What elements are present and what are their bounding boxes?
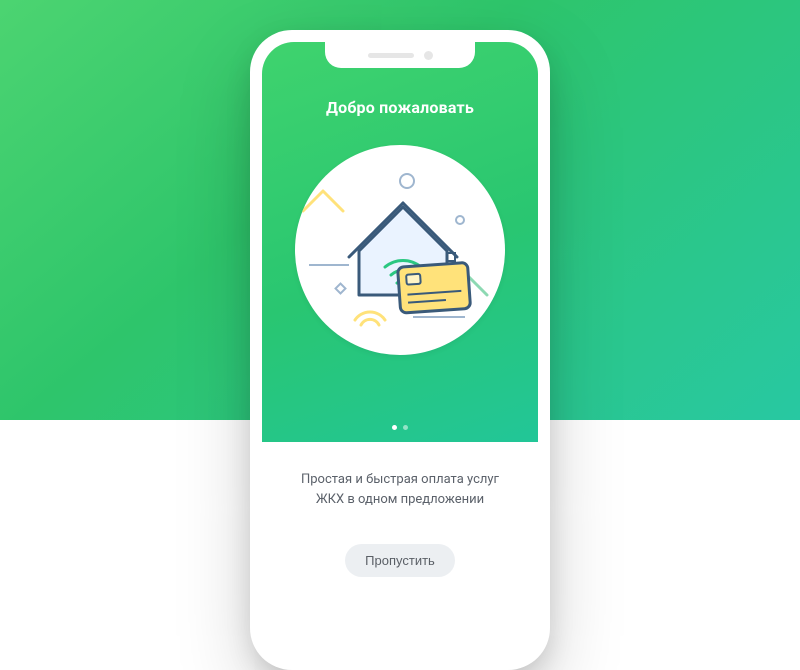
- onboarding-description: Простая и быстрая оплата услуг ЖКХ в одн…: [288, 470, 512, 510]
- skip-button[interactable]: Пропустить: [345, 544, 455, 577]
- speaker-slot: [368, 53, 414, 58]
- pager-dot-1[interactable]: [403, 425, 408, 430]
- house-payment-illustration-icon: [295, 145, 505, 355]
- onboarding-line1: Простая и быстрая оплата услуг: [301, 472, 499, 487]
- welcome-title: Добро пожаловать: [326, 98, 474, 117]
- pager-dots[interactable]: [262, 425, 538, 430]
- onboarding-hero: Добро пожаловать: [262, 42, 538, 442]
- phone-frame: Добро пожаловать: [250, 30, 550, 670]
- front-camera: [424, 51, 433, 60]
- phone-notch: [325, 42, 475, 68]
- phone-screen: Добро пожаловать: [262, 42, 538, 658]
- pager-dot-0[interactable]: [392, 425, 397, 430]
- onboarding-line2: ЖКХ в одном предложении: [316, 492, 484, 507]
- onboarding-content: Простая и быстрая оплата услуг ЖКХ в одн…: [262, 442, 538, 658]
